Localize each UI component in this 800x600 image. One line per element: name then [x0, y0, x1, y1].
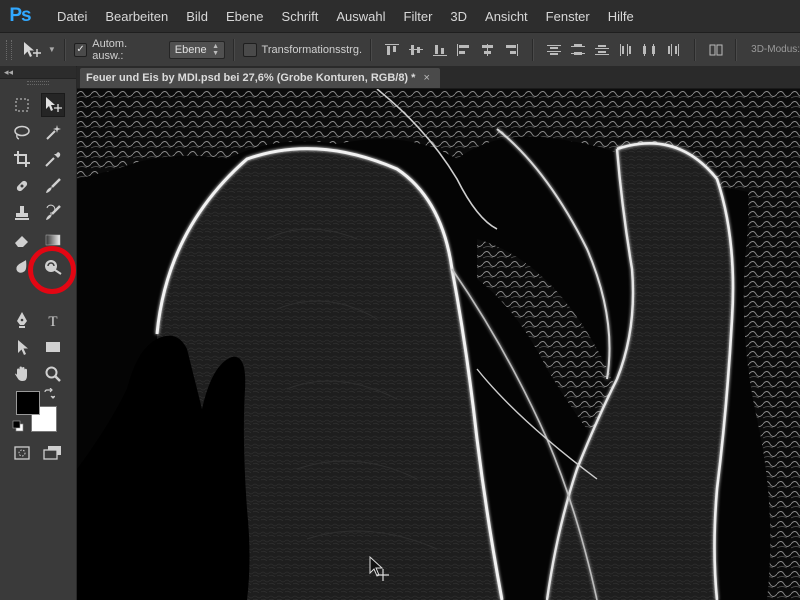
- screen-mode-icon[interactable]: [41, 441, 65, 465]
- history-brush-tool-icon[interactable]: [41, 201, 65, 225]
- auto-select-checkbox[interactable]: ✓: [73, 42, 88, 57]
- rectangular-marquee-tool-icon[interactable]: [10, 93, 34, 117]
- transform-controls-checkbox[interactable]: [243, 42, 257, 57]
- align-vertical-centers-icon[interactable]: [406, 40, 426, 60]
- menu-bearbeiten[interactable]: Bearbeiten: [96, 9, 177, 24]
- dodge-tool-icon[interactable]: [41, 255, 65, 279]
- close-icon[interactable]: ×: [423, 72, 429, 84]
- divider: [233, 38, 235, 61]
- align-left-edges-icon[interactable]: [454, 40, 474, 60]
- clone-stamp-tool-icon[interactable]: [10, 201, 34, 225]
- menu-bild[interactable]: Bild: [177, 9, 217, 24]
- foreground-color-swatch[interactable]: [16, 391, 40, 415]
- brush-tool-icon[interactable]: [41, 174, 65, 198]
- gradient-tool-icon[interactable]: [41, 228, 65, 252]
- crop-tool-icon[interactable]: [10, 147, 34, 171]
- menu-filter[interactable]: Filter: [395, 9, 442, 24]
- move-tool-icon[interactable]: [41, 93, 65, 117]
- distribute-vertical-centers-icon[interactable]: [568, 40, 588, 60]
- lasso-tool-icon[interactable]: [10, 120, 34, 144]
- align-horizontal-centers-icon[interactable]: [478, 40, 498, 60]
- type-tool-icon[interactable]: T: [41, 308, 65, 332]
- distribute-bottom-icon[interactable]: [592, 40, 612, 60]
- path-selection-tool-icon[interactable]: [10, 335, 34, 359]
- divider: [63, 38, 66, 61]
- menu-schrift[interactable]: Schrift: [273, 9, 328, 24]
- chevron-down-icon: ▼: [47, 45, 56, 54]
- 3d-mode-label: 3D-Modus:: [751, 44, 800, 55]
- distribute-buttons: [542, 40, 686, 60]
- move-tool-icon: [23, 41, 41, 57]
- updown-arrow-icon: ▲ ▼: [212, 42, 220, 57]
- auto-select-value: Ebene: [174, 43, 207, 56]
- default-colors-icon[interactable]: [11, 419, 25, 433]
- tools-panel-grip[interactable]: [0, 81, 76, 87]
- document-tab-bar: Feuer und Eis by MDI.psd bei 27,6% (Grob…: [77, 66, 800, 89]
- divider: [370, 38, 372, 61]
- pen-tool-icon[interactable]: [10, 308, 34, 332]
- options-bar-grip[interactable]: [6, 39, 12, 60]
- distribute-horizontal-centers-icon[interactable]: [640, 40, 660, 60]
- tools-panel-collapse[interactable]: ◂◂: [0, 66, 76, 79]
- hand-tool-icon[interactable]: [10, 362, 34, 386]
- distribute-right-icon[interactable]: [664, 40, 684, 60]
- distribute-top-icon[interactable]: [544, 40, 564, 60]
- canvas-image: [77, 89, 800, 600]
- transform-controls-label: Transformationsstrg.: [261, 43, 363, 56]
- divider: [735, 38, 738, 61]
- divider: [693, 38, 696, 61]
- spot-healing-brush-tool-icon[interactable]: [10, 174, 34, 198]
- document-canvas[interactable]: [77, 89, 800, 600]
- auto-select-dropdown[interactable]: Ebene ▲ ▼: [168, 40, 226, 59]
- options-bar: ▼ ✓ Autom. ausw.: Ebene ▲ ▼ Transformatio…: [0, 32, 800, 67]
- swap-colors-icon[interactable]: [42, 387, 56, 401]
- menu-fenster[interactable]: Fenster: [537, 9, 599, 24]
- document-tab-title: Feuer und Eis by MDI.psd bei 27,6% (Grob…: [86, 72, 416, 84]
- main-menu: Datei Bearbeiten Bild Ebene Schrift Ausw…: [48, 9, 643, 24]
- menu-auswahl[interactable]: Auswahl: [327, 9, 394, 24]
- rectangle-tool-icon[interactable]: [41, 335, 65, 359]
- svg-text:T: T: [48, 314, 57, 329]
- align-bottom-edges-icon[interactable]: [430, 40, 450, 60]
- auto-select-label: Autom. ausw.:: [92, 37, 128, 62]
- auto-align-layers-icon[interactable]: [706, 40, 725, 60]
- document-tab[interactable]: Feuer und Eis by MDI.psd bei 27,6% (Grob…: [80, 68, 440, 88]
- menu-ebene[interactable]: Ebene: [217, 9, 273, 24]
- menu-3d[interactable]: 3D: [441, 9, 476, 24]
- magic-wand-tool-icon[interactable]: [41, 120, 65, 144]
- distribute-left-icon[interactable]: [616, 40, 636, 60]
- tools-panel: ◂◂ T: [0, 66, 76, 600]
- tool-preset-picker[interactable]: ▼: [22, 41, 56, 59]
- menu-bar: Ps Datei Bearbeiten Bild Ebene Schrift A…: [0, 0, 800, 32]
- eyedropper-tool-icon[interactable]: [41, 147, 65, 171]
- divider: [531, 38, 534, 61]
- eraser-tool-icon[interactable]: [10, 228, 34, 252]
- photoshop-logo: Ps: [9, 5, 31, 26]
- quick-mask-mode-icon[interactable]: [10, 441, 34, 465]
- align-top-edges-icon[interactable]: [382, 40, 402, 60]
- align-right-edges-icon[interactable]: [502, 40, 522, 60]
- blur-tool-icon[interactable]: [10, 255, 34, 279]
- menu-hilfe[interactable]: Hilfe: [599, 9, 643, 24]
- menu-datei[interactable]: Datei: [48, 9, 96, 24]
- zoom-tool-icon[interactable]: [41, 362, 65, 386]
- menu-ansicht[interactable]: Ansicht: [476, 9, 537, 24]
- align-buttons: [380, 40, 524, 60]
